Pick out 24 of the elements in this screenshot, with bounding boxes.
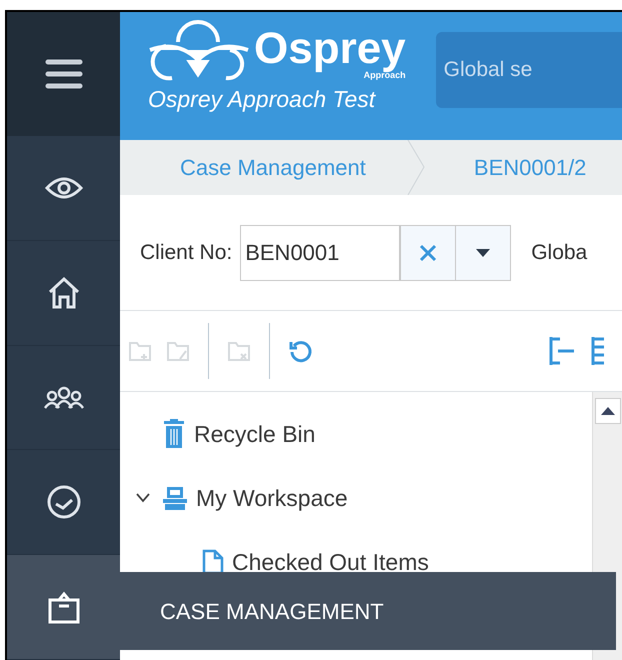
nav-item[interactable] bbox=[7, 555, 120, 660]
chevron-down-icon[interactable] bbox=[136, 493, 150, 503]
nav-tooltip: CASE MANAGEMENT bbox=[120, 572, 616, 650]
tree-item[interactable]: Recycle Bin bbox=[194, 416, 316, 452]
clear-button[interactable] bbox=[401, 226, 456, 280]
refresh-icon[interactable] bbox=[288, 338, 314, 364]
site-subtitle: Osprey Approach Test bbox=[148, 85, 377, 114]
nav-item[interactable] bbox=[7, 346, 120, 450]
logo-text: Osprey bbox=[254, 26, 406, 70]
trash-icon bbox=[162, 419, 186, 449]
people-icon bbox=[44, 386, 84, 410]
client-label: Client No: bbox=[140, 240, 232, 266]
computer-icon bbox=[162, 485, 188, 511]
menu-icon[interactable] bbox=[44, 58, 84, 90]
global-label: Globa bbox=[531, 240, 588, 266]
scroll-up-icon[interactable] bbox=[600, 407, 614, 415]
close-icon bbox=[419, 244, 438, 262]
tree-item[interactable]: My Workspace bbox=[196, 480, 348, 516]
box-icon bbox=[46, 590, 80, 624]
caret-icon bbox=[476, 248, 490, 256]
breadcrumb-chevron-icon bbox=[406, 140, 426, 195]
home-icon bbox=[46, 276, 80, 310]
collapse-tree-icon[interactable] bbox=[548, 335, 576, 367]
logo-subtext: Approach bbox=[364, 70, 406, 80]
